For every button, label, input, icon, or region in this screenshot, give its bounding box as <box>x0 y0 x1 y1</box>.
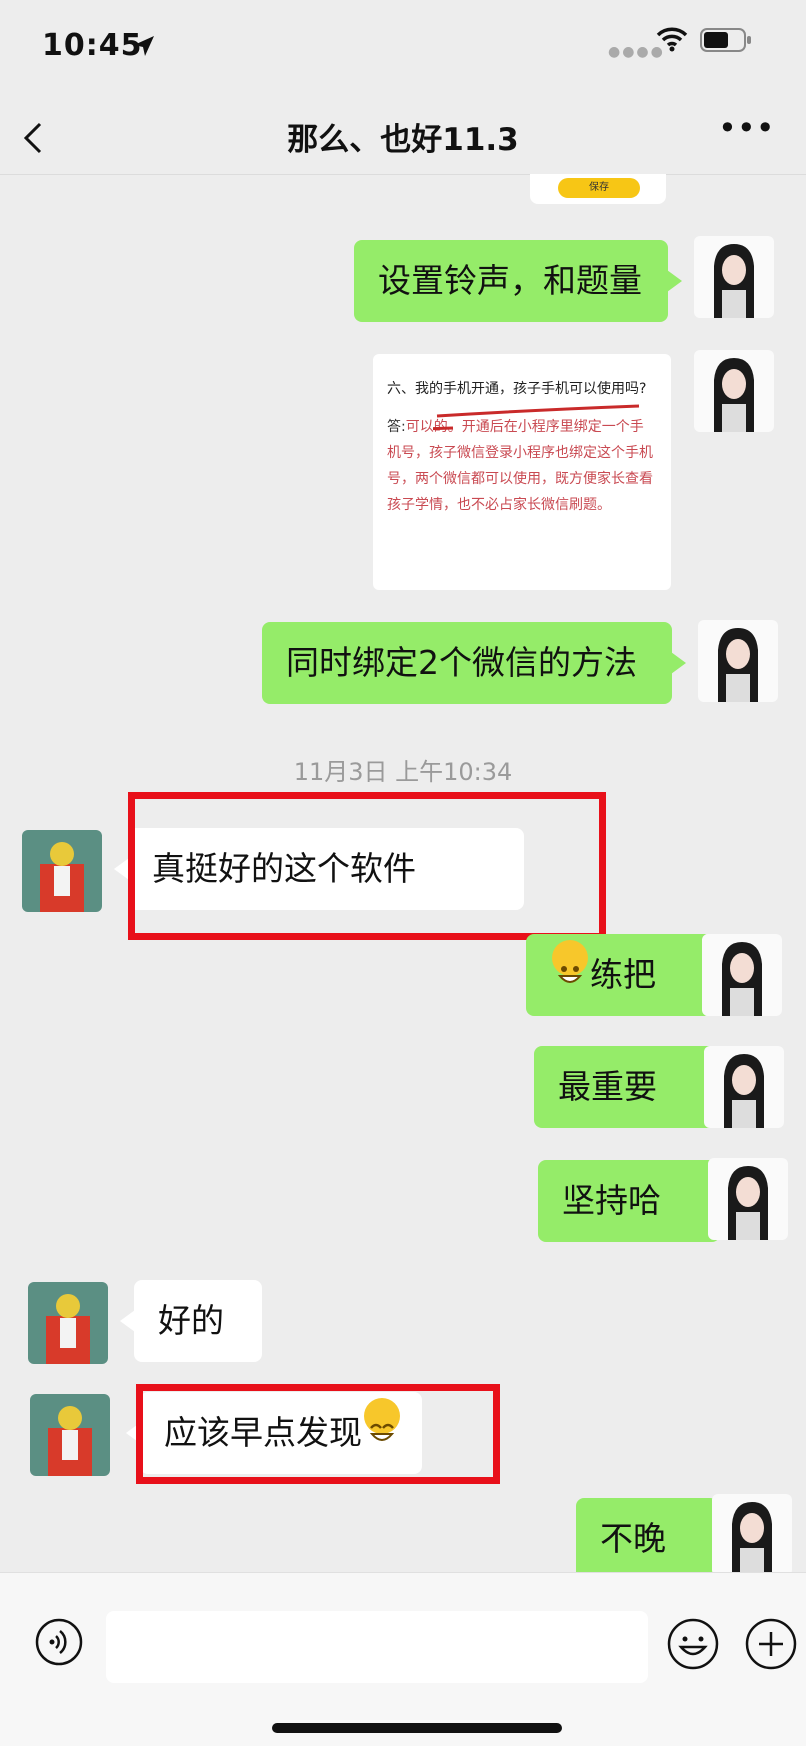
save-button: 保存 <box>558 178 640 198</box>
message-list[interactable]: 保存 设置铃声，和题量 六、我的手机开通，孩子手机可以使用吗? 答:可以的。开通… <box>0 174 806 1580</box>
message-bubble-mine[interactable]: 练把 <box>526 934 726 1016</box>
add-more-icon[interactable] <box>744 1617 798 1671</box>
grin-emoji-icon <box>552 940 588 983</box>
status-bar: 10:45 ●●●● <box>0 0 806 100</box>
doc-answer-label: 答: <box>387 419 406 435</box>
image-message-fragment[interactable]: 保存 <box>530 174 666 204</box>
avatar[interactable] <box>694 350 774 432</box>
location-arrow-icon <box>134 36 154 56</box>
avatar[interactable] <box>712 1494 792 1576</box>
emoji-picker-icon[interactable] <box>666 1617 720 1671</box>
message-input[interactable] <box>106 1611 648 1683</box>
chat-title: 那么、也好11.3 <box>287 122 519 158</box>
message-bubble-mine[interactable]: 坚持哈 <box>538 1160 734 1242</box>
avatar[interactable] <box>702 934 782 1016</box>
message-bubble-mine[interactable]: 同时绑定2个微信的方法 <box>262 622 686 704</box>
message-bubble-mine[interactable]: 设置铃声，和题量 <box>354 240 682 322</box>
doc-answer-text: 可以的。开通后在小程序里绑定一个手机号，孩子微信登录小程序也绑定这个手机号，两个… <box>387 419 653 513</box>
document-image-message[interactable]: 六、我的手机开通，孩子手机可以使用吗? 答:可以的。开通后在小程序里绑定一个手机… <box>373 354 671 590</box>
message-bubble-other[interactable]: 好的 <box>120 1280 262 1362</box>
avatar[interactable] <box>694 236 774 318</box>
message-bubble-mine[interactable]: 不晚 <box>576 1498 732 1580</box>
avatar[interactable] <box>704 1046 784 1128</box>
voice-icon[interactable] <box>34 1617 84 1667</box>
message-bubble-mine[interactable]: 最重要 <box>534 1046 732 1128</box>
clock: 10:45 <box>42 28 143 63</box>
more-options-icon[interactable]: ••• <box>718 112 775 148</box>
message-text: 练把 <box>590 955 656 994</box>
message-timestamp: 11月3日 上午10:34 <box>293 758 513 786</box>
battery-icon <box>700 28 751 52</box>
avatar[interactable] <box>698 620 778 702</box>
avatar-other[interactable] <box>30 1394 110 1476</box>
input-bar <box>0 1572 806 1746</box>
avatar-other[interactable] <box>28 1282 108 1364</box>
doc-question: 六、我的手机开通，孩子手机可以使用吗? <box>387 381 647 397</box>
highlight-box <box>128 792 606 940</box>
avatar[interactable] <box>708 1158 788 1240</box>
home-indicator <box>272 1723 562 1733</box>
wifi-icon <box>656 27 688 52</box>
chat-header: 那么、也好11.3 ••• <box>0 100 806 175</box>
avatar-other[interactable] <box>22 830 102 912</box>
highlight-box <box>136 1384 500 1484</box>
red-underline-mark <box>433 404 640 431</box>
